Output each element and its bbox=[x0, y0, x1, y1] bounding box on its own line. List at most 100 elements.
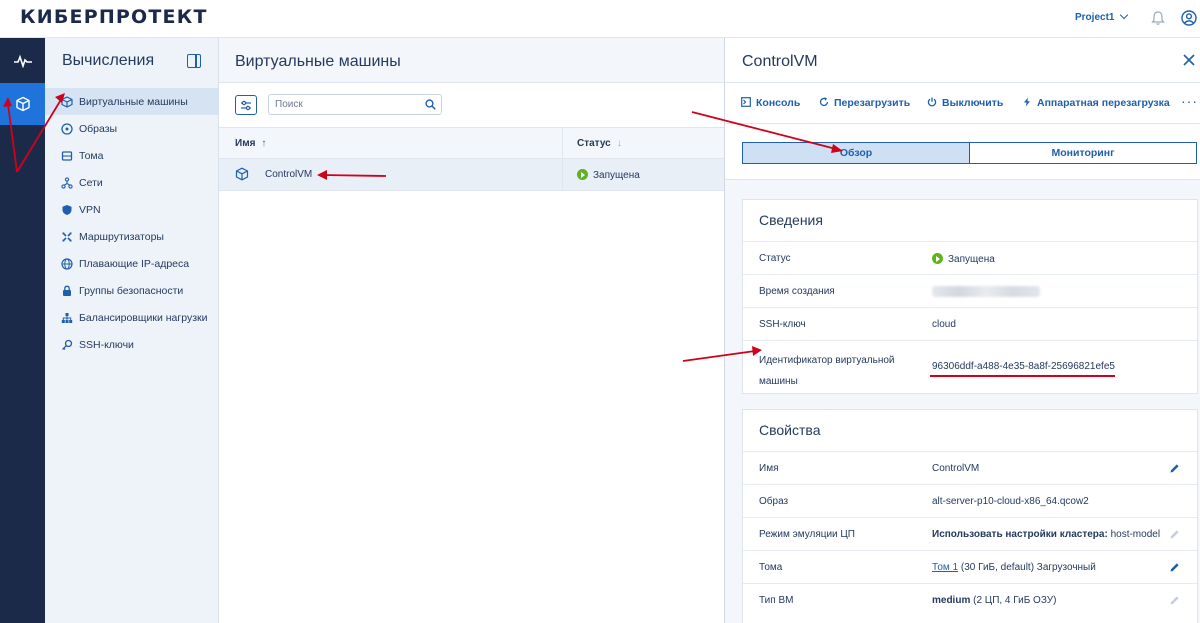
vm-id-label-line1: Идентификатор виртуальной bbox=[759, 355, 895, 366]
sidebar-item-vpn[interactable]: VPN bbox=[45, 196, 219, 223]
close-icon[interactable] bbox=[1183, 54, 1195, 66]
ssh-key-label: SSH-ключ bbox=[759, 319, 806, 330]
sidebar-item-ssh-keys[interactable]: SSH-ключи bbox=[45, 331, 219, 358]
column-status-label: Статус bbox=[577, 138, 611, 149]
info-row-created: Время создания bbox=[743, 275, 1197, 308]
disc-icon bbox=[61, 122, 73, 135]
sidebar-item-label: VPN bbox=[79, 203, 101, 216]
vm-list-area: Виртуальные машины Имя ↑ Статус ↓ ControlV… bbox=[219, 38, 724, 623]
search-icon[interactable] bbox=[425, 99, 436, 110]
bell-icon[interactable] bbox=[1150, 10, 1166, 26]
action-toolbar: Консоль Перезагрузить Выключить Аппаратн… bbox=[725, 83, 1200, 124]
vm-status-label: Запущена bbox=[593, 170, 640, 181]
cpu-mode-value: Использовать настройки кластера: host-mo… bbox=[932, 529, 1160, 540]
sidebar-item-vms[interactable]: Виртуальные машины bbox=[45, 88, 219, 115]
info-row-vm-id: Идентификатор виртуальной машины 96306ddf… bbox=[743, 341, 1197, 394]
search-box bbox=[268, 94, 442, 115]
vm-id-value: 96306ddf-a488-4e35-8a8f-25696821efe5 bbox=[932, 361, 1115, 372]
page-title: Виртуальные машины bbox=[235, 53, 401, 70]
sidebar-item-label: Балансировщики нагрузки bbox=[79, 311, 208, 324]
user-icon[interactable] bbox=[1181, 10, 1197, 26]
app-rail bbox=[0, 38, 45, 623]
more-actions-icon[interactable]: ··· bbox=[1181, 93, 1198, 109]
globe-icon bbox=[61, 257, 73, 270]
power-icon bbox=[927, 97, 937, 107]
console-icon bbox=[741, 97, 751, 107]
filter-sliders-icon bbox=[241, 100, 251, 110]
sort-desc-icon: ↓ bbox=[616, 138, 622, 149]
sidebar: Вычисления Виртуальные машины Образы Том… bbox=[45, 38, 219, 623]
image-value: alt-server-p10-cloud-x86_64.qcow2 bbox=[932, 496, 1089, 507]
network-icon bbox=[61, 176, 73, 189]
volumes-key: Тома bbox=[759, 562, 783, 573]
sidebar-item-security-groups[interactable]: Группы безопасности bbox=[45, 277, 219, 304]
sidebar-item-load-balancers[interactable]: Балансировщики нагрузки bbox=[45, 304, 219, 331]
created-key: Время создания bbox=[759, 286, 835, 297]
table-row[interactable]: ControlVM Запущена bbox=[219, 159, 724, 191]
sidebar-item-volumes[interactable]: Тома bbox=[45, 142, 219, 169]
tab-bar: Обзор Мониторинг bbox=[725, 124, 1200, 180]
activity-icon bbox=[13, 54, 32, 68]
search-input[interactable] bbox=[275, 97, 415, 112]
prop-row-name: Имя ControlVM bbox=[743, 452, 1197, 485]
annotation-underline bbox=[930, 375, 1115, 377]
info-card: Сведения Статус Запущена Время создания … bbox=[742, 199, 1198, 394]
prop-row-volumes: Тома Том 1 (30 ГиБ, default) Загрузочный bbox=[743, 551, 1197, 584]
vm-status: Запущена bbox=[577, 169, 640, 181]
restart-label: Перезагрузить bbox=[834, 97, 911, 109]
console-button[interactable]: Консоль bbox=[741, 97, 800, 109]
column-header-status[interactable]: Статус ↓ bbox=[577, 138, 622, 149]
edit-icon[interactable] bbox=[1169, 463, 1180, 474]
sidebar-item-images[interactable]: Образы bbox=[45, 115, 219, 142]
sidebar-item-label: Образы bbox=[79, 122, 118, 135]
lock-icon bbox=[63, 285, 71, 296]
table-header: Имя ↑ Статус ↓ bbox=[219, 127, 724, 160]
collapse-sidebar-icon[interactable] bbox=[187, 54, 201, 68]
volume-link[interactable]: Том 1 bbox=[932, 562, 958, 573]
vm-id-label-line2: машины bbox=[759, 376, 798, 387]
volume-icon bbox=[61, 150, 73, 161]
cube-icon bbox=[15, 96, 30, 112]
project-selector[interactable]: Project1 bbox=[1075, 10, 1129, 23]
name-value: ControlVM bbox=[932, 463, 980, 474]
name-key: Имя bbox=[759, 463, 779, 474]
project-name: Project1 bbox=[1075, 12, 1115, 23]
sidebar-item-networks[interactable]: Сети bbox=[45, 169, 219, 196]
prop-row-vm-type: Тип ВМ medium (2 ЦП, 4 ГиБ ОЗУ) bbox=[743, 584, 1197, 617]
info-card-title: Сведения bbox=[743, 200, 1197, 242]
column-header-name[interactable]: Имя ↑ bbox=[235, 138, 266, 149]
properties-card-title: Свойства bbox=[743, 410, 1197, 452]
sidebar-item-routers[interactable]: Маршрутизаторы bbox=[45, 223, 219, 250]
vm-icon bbox=[235, 167, 249, 181]
info-row-status: Статус Запущена bbox=[743, 242, 1197, 275]
hard-reboot-label: Аппаратная перезагрузка bbox=[1037, 97, 1170, 109]
volumes-value: Том 1 (30 ГиБ, default) Загрузочный bbox=[932, 562, 1096, 573]
vm-name: ControlVM bbox=[265, 169, 313, 180]
rail-item-monitoring[interactable] bbox=[0, 40, 45, 82]
tab-overview[interactable]: Обзор bbox=[742, 142, 970, 164]
status-value-label: Запущена bbox=[948, 254, 995, 265]
panel-header: ControlVM bbox=[725, 38, 1200, 83]
console-label: Консоль bbox=[756, 97, 801, 109]
info-row-ssh: SSH-ключ cloud bbox=[743, 308, 1197, 341]
filter-button[interactable] bbox=[235, 95, 257, 115]
sidebar-item-floating-ips[interactable]: Плавающие IP-адреса bbox=[45, 250, 219, 277]
redacted-value bbox=[932, 286, 1040, 297]
sidebar-item-label: Группы безопасности bbox=[79, 284, 184, 297]
shield-icon bbox=[62, 204, 72, 215]
sidebar-item-label: Маршрутизаторы bbox=[79, 230, 164, 243]
top-bar: КИБЕРПРОТЕКТ Project1 bbox=[0, 0, 1200, 38]
restart-button[interactable]: Перезагрузить bbox=[819, 97, 910, 109]
shutdown-button[interactable]: Выключить bbox=[927, 97, 1003, 109]
rail-item-compute[interactable] bbox=[0, 83, 45, 125]
tab-monitoring[interactable]: Мониторинг bbox=[969, 142, 1197, 164]
sidebar-title: Вычисления bbox=[62, 52, 155, 69]
sidebar-item-label: Плавающие IP-адреса bbox=[79, 257, 190, 270]
cpu-mode-model: host-model bbox=[1107, 529, 1161, 540]
edit-icon[interactable] bbox=[1169, 562, 1180, 573]
restart-icon bbox=[819, 97, 829, 107]
bolt-icon bbox=[1024, 97, 1030, 107]
balancer-icon bbox=[61, 312, 73, 323]
cpu-mode-key: Режим эмуляции ЦП bbox=[759, 529, 855, 540]
hard-reboot-button[interactable]: Аппаратная перезагрузка bbox=[1022, 97, 1170, 109]
